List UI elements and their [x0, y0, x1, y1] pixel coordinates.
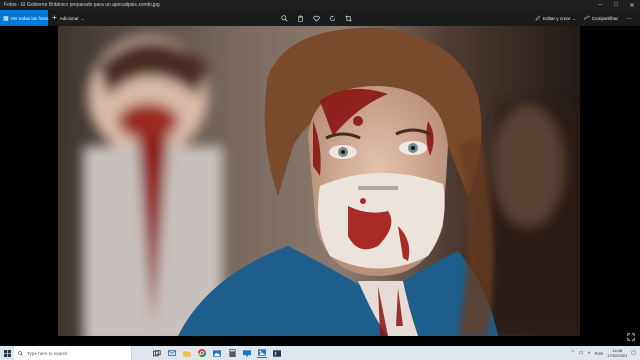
clock-date: 17/02/2021 [607, 353, 628, 358]
share-button[interactable]: Compartilhar [584, 15, 618, 21]
search-icon [18, 350, 23, 356]
rotate-icon [329, 15, 335, 21]
file-explorer-icon[interactable] [182, 348, 192, 358]
language-indicator[interactable]: POR [595, 351, 604, 356]
viewer-tools [280, 10, 352, 26]
chevron-down-icon: ⌄ [80, 15, 85, 21]
windows-logo-icon [3, 349, 11, 357]
edit-create-label: Editar y crear [543, 15, 571, 21]
heart-icon [312, 15, 320, 22]
title-bar: Fotos - El Gobierno Británico preparado … [0, 0, 640, 10]
delete-button[interactable] [296, 14, 304, 22]
mail-app-icon[interactable] [167, 348, 177, 358]
full-screen-button[interactable] [626, 332, 636, 342]
plus-icon: + [52, 13, 57, 22]
taskbar: Type here to search ⌃ ▭ ◖ POR 14:48 17/0… [0, 346, 640, 360]
rotate-button[interactable] [328, 14, 336, 22]
add-button[interactable]: + Adicionar ⌄ [52, 14, 84, 22]
minimize-button[interactable]: – [592, 0, 608, 10]
show-hidden-icons-icon[interactable]: ⌃ [571, 350, 575, 356]
volume-icon[interactable]: ◖ [588, 350, 591, 356]
trash-icon [297, 15, 303, 22]
chevron-down-icon: ⌄ [572, 15, 576, 21]
favorite-button[interactable] [312, 14, 320, 22]
share-label: Compartilhar [591, 15, 618, 21]
edit-create-button[interactable]: Editar y crear ⌄ [535, 15, 576, 21]
zoom-icon [280, 14, 288, 22]
chrome-icon[interactable] [197, 348, 207, 358]
more-icon: … [626, 15, 632, 21]
taskbar-apps [152, 348, 282, 358]
share-icon [584, 15, 590, 21]
system-tray: ⌃ ▭ ◖ POR 14:48 17/02/2021 ▢ [571, 348, 640, 358]
window-title: Fotos - El Gobierno Británico preparado … [4, 2, 160, 8]
network-icon[interactable]: ▭ [579, 350, 584, 356]
photo[interactable] [58, 26, 580, 336]
calculator-icon[interactable] [227, 348, 237, 358]
taskbar-search[interactable]: Type here to search [14, 346, 132, 360]
photos-app-icon[interactable] [212, 348, 222, 358]
window-controls: – □ ✕ [592, 0, 640, 10]
photos-grid-icon: ▦ [3, 15, 9, 22]
clock[interactable]: 14:48 17/02/2021 [607, 348, 627, 358]
more-options-button[interactable]: … [626, 15, 632, 21]
zoom-button[interactable] [280, 14, 288, 22]
crop-button[interactable] [344, 14, 352, 22]
notifications-icon[interactable]: ▢ [631, 350, 636, 356]
remote-desktop-icon[interactable] [242, 348, 252, 358]
photo-viewer [0, 26, 640, 346]
task-view-icon[interactable] [152, 348, 162, 358]
crop-icon [345, 15, 351, 21]
terminal-icon[interactable] [272, 348, 282, 358]
edit-icon [535, 15, 541, 21]
expand-icon [627, 333, 635, 341]
command-bar: ▦ Ver todas las fotos + Adicionar ⌄ Edit… [0, 10, 640, 26]
right-tools: Editar y crear ⌄ Compartilhar … [535, 10, 632, 26]
start-button[interactable] [0, 346, 14, 360]
see-all-photos-label: Ver todas las fotos [10, 15, 49, 21]
see-all-photos-button[interactable]: ▦ Ver todas las fotos [0, 10, 48, 26]
zombie-photo-illustration [58, 26, 580, 336]
add-label: Adicionar [59, 15, 79, 21]
photos-window-taskbar-icon[interactable] [257, 348, 267, 358]
search-placeholder: Type here to search [27, 350, 68, 356]
close-button[interactable]: ✕ [624, 0, 640, 10]
maximize-button[interactable]: □ [608, 0, 624, 10]
